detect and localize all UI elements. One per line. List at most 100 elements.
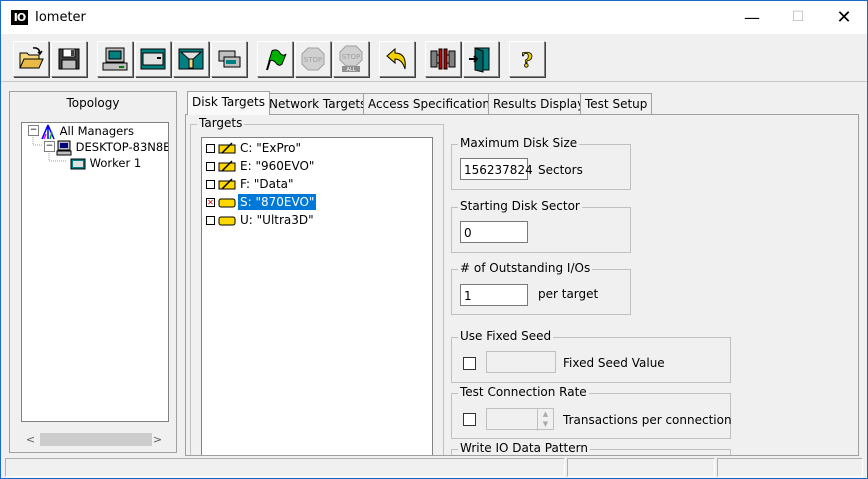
disk-worker-icon: [140, 48, 166, 70]
test-connection-rate-group: Test Connection Rate ▲ ▼ Transactions pe…: [451, 385, 732, 439]
test-connection-rate-label: Test Connection Rate: [458, 385, 589, 399]
disk-with-pencil-icon: [218, 178, 236, 190]
disk-icon: [218, 216, 236, 226]
topology-title: Topology: [66, 96, 120, 110]
iometer-window: IO Iometer — ☐ ✕ STOP STOP ALL ? Topolog…: [0, 0, 868, 479]
undo-arrow-icon: [386, 47, 406, 70]
disk-with-pencil-icon: [218, 142, 236, 154]
open-config-button[interactable]: [13, 41, 49, 77]
tree-collapse-desktop[interactable]: −: [44, 141, 55, 152]
save-disk-icon: [58, 48, 80, 70]
transactions-per-connection-label: Transactions per connection: [563, 413, 732, 427]
stop-all-button[interactable]: STOP ALL: [333, 41, 369, 77]
start-network-worker-button[interactable]: [173, 41, 209, 77]
tab-disk-targets[interactable]: Disk Targets: [187, 91, 270, 115]
fixed-seed-checkbox[interactable]: [463, 357, 476, 370]
fixed-seed-label: Use Fixed Seed: [458, 329, 554, 343]
computer-icon: [56, 140, 72, 155]
topology-horizontal-scrollbar[interactable]: < >: [22, 431, 166, 448]
minimize-button[interactable]: —: [729, 1, 775, 34]
stop-all-label: STOP: [342, 53, 360, 61]
targets-list[interactable]: C: "ExPro" E: "960EVO" F: "Data" ✕ S: "8…: [201, 137, 433, 455]
computer-icon: [102, 47, 128, 71]
tree-label: Worker 1: [89, 156, 142, 170]
reset-workers-button[interactable]: [379, 41, 415, 77]
stop-label: STOP: [304, 56, 322, 64]
spin-up-icon[interactable]: ▲: [538, 409, 553, 419]
write-io-pattern-group: Write IO Data Pattern: [451, 441, 731, 455]
max-disk-size-input[interactable]: 156237824: [460, 158, 533, 180]
network-worker-icon: [178, 48, 204, 70]
tree-label: DESKTOP-83N8E: [75, 140, 169, 154]
tree-item-manager[interactable]: DESKTOP-83N8E: [56, 139, 169, 155]
write-io-pattern-label: Write IO Data Pattern: [458, 441, 590, 455]
fixed-seed-value-label: Fixed Seed Value: [563, 356, 665, 370]
per-target-label: per target: [538, 287, 599, 301]
disconnect-icon: [430, 48, 456, 70]
outstanding-ios-label: # of Outstanding I/Os: [458, 261, 593, 275]
help-label: ?: [521, 48, 533, 72]
target-label: F: "Data": [240, 177, 294, 191]
tree-item-worker[interactable]: Worker 1: [70, 155, 141, 171]
disconnect-manager-button[interactable]: [425, 41, 461, 77]
maximize-button[interactable]: ☐: [775, 1, 821, 34]
tab-access-specifications[interactable]: Access Specifications: [363, 93, 502, 114]
exit-button[interactable]: [463, 41, 499, 77]
sectors-unit-label: Sectors: [538, 163, 583, 177]
target-label: E: "960EVO": [240, 159, 315, 173]
tree-collapse-all-managers[interactable]: −: [28, 125, 39, 136]
disk-with-pencil-icon: [218, 160, 236, 172]
tab-test-setup[interactable]: Test Setup: [580, 93, 653, 114]
topology-tree[interactable]: − All Managers − DESKTOP-83N8E Worker 1: [21, 122, 169, 422]
target-checkbox-checked[interactable]: ✕: [206, 198, 215, 207]
toolbar: STOP STOP ALL ?: [1, 35, 867, 82]
fixed-seed-group: Use Fixed Seed Fixed Seed Value: [451, 329, 731, 383]
target-checkbox[interactable]: [206, 144, 215, 153]
scroll-left-icon[interactable]: <: [22, 431, 39, 448]
start-disk-worker-button[interactable]: [135, 41, 171, 77]
transactions-input[interactable]: ▲ ▼: [486, 408, 554, 431]
tab-results-display[interactable]: Results Display: [488, 93, 590, 114]
close-button[interactable]: ✕: [821, 1, 867, 34]
open-folder-icon: [19, 47, 44, 69]
fixed-seed-input[interactable]: [486, 351, 556, 373]
max-disk-size-label: Maximum Disk Size: [458, 136, 580, 150]
tree-item-all-managers[interactable]: All Managers: [40, 123, 134, 139]
transactions-spinner[interactable]: ▲ ▼: [537, 409, 553, 431]
help-question-icon: ?: [521, 48, 534, 73]
duplicate-worker-button[interactable]: [211, 41, 247, 77]
disk-targets-panel: Targets C: "ExPro" E: "960EVO" F: "Data"…: [185, 114, 859, 456]
target-checkbox[interactable]: [206, 162, 215, 171]
stop-all-icon: STOP ALL: [339, 45, 363, 73]
target-label: C: "ExPro": [240, 141, 301, 155]
save-config-button[interactable]: [51, 41, 87, 77]
start-tests-button[interactable]: [257, 41, 293, 77]
start-display-manager-button[interactable]: [97, 41, 133, 77]
app-logo-icon: IO: [11, 10, 28, 25]
stop-sign-icon: STOP: [301, 47, 325, 71]
status-pane-2: [567, 458, 715, 477]
status-bar: [1, 456, 867, 478]
tab-network-targets[interactable]: Network Targets: [264, 93, 372, 114]
starting-sector-input[interactable]: 0: [460, 221, 528, 243]
targets-group-label: Targets: [197, 116, 245, 130]
outstanding-ios-input[interactable]: 1: [460, 284, 528, 306]
duplicate-worker-icon: [218, 50, 241, 68]
spin-down-icon[interactable]: ▼: [538, 419, 553, 429]
target-checkbox[interactable]: [206, 216, 215, 225]
disk-icon: [218, 198, 236, 208]
status-pane-3: [717, 458, 863, 477]
scroll-right-icon[interactable]: >: [149, 431, 166, 448]
max-disk-size-group: Maximum Disk Size 156237824 Sectors: [451, 136, 631, 190]
exit-door-icon: [469, 47, 490, 73]
worker-disk-icon: [70, 158, 86, 169]
outstanding-ios-group: # of Outstanding I/Os 1 per target: [451, 261, 631, 315]
stop-all-sublabel: ALL: [347, 67, 356, 73]
tree-label: All Managers: [59, 124, 134, 138]
help-button[interactable]: ?: [509, 41, 545, 77]
stop-button[interactable]: STOP: [295, 41, 331, 77]
test-connection-rate-checkbox[interactable]: [463, 413, 476, 426]
scroll-thumb[interactable]: [40, 433, 152, 446]
topology-panel: Topology − All Managers − DESKTOP-83N8E …: [9, 91, 177, 453]
target-checkbox[interactable]: [206, 180, 215, 189]
